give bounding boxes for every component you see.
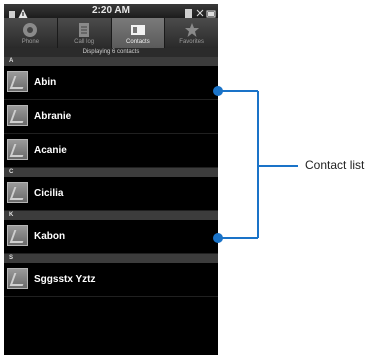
callout-dot bbox=[213, 86, 223, 96]
callout-dot bbox=[213, 233, 223, 243]
callout-bracket bbox=[213, 86, 298, 243]
callout-label: Contact list bbox=[305, 158, 365, 172]
